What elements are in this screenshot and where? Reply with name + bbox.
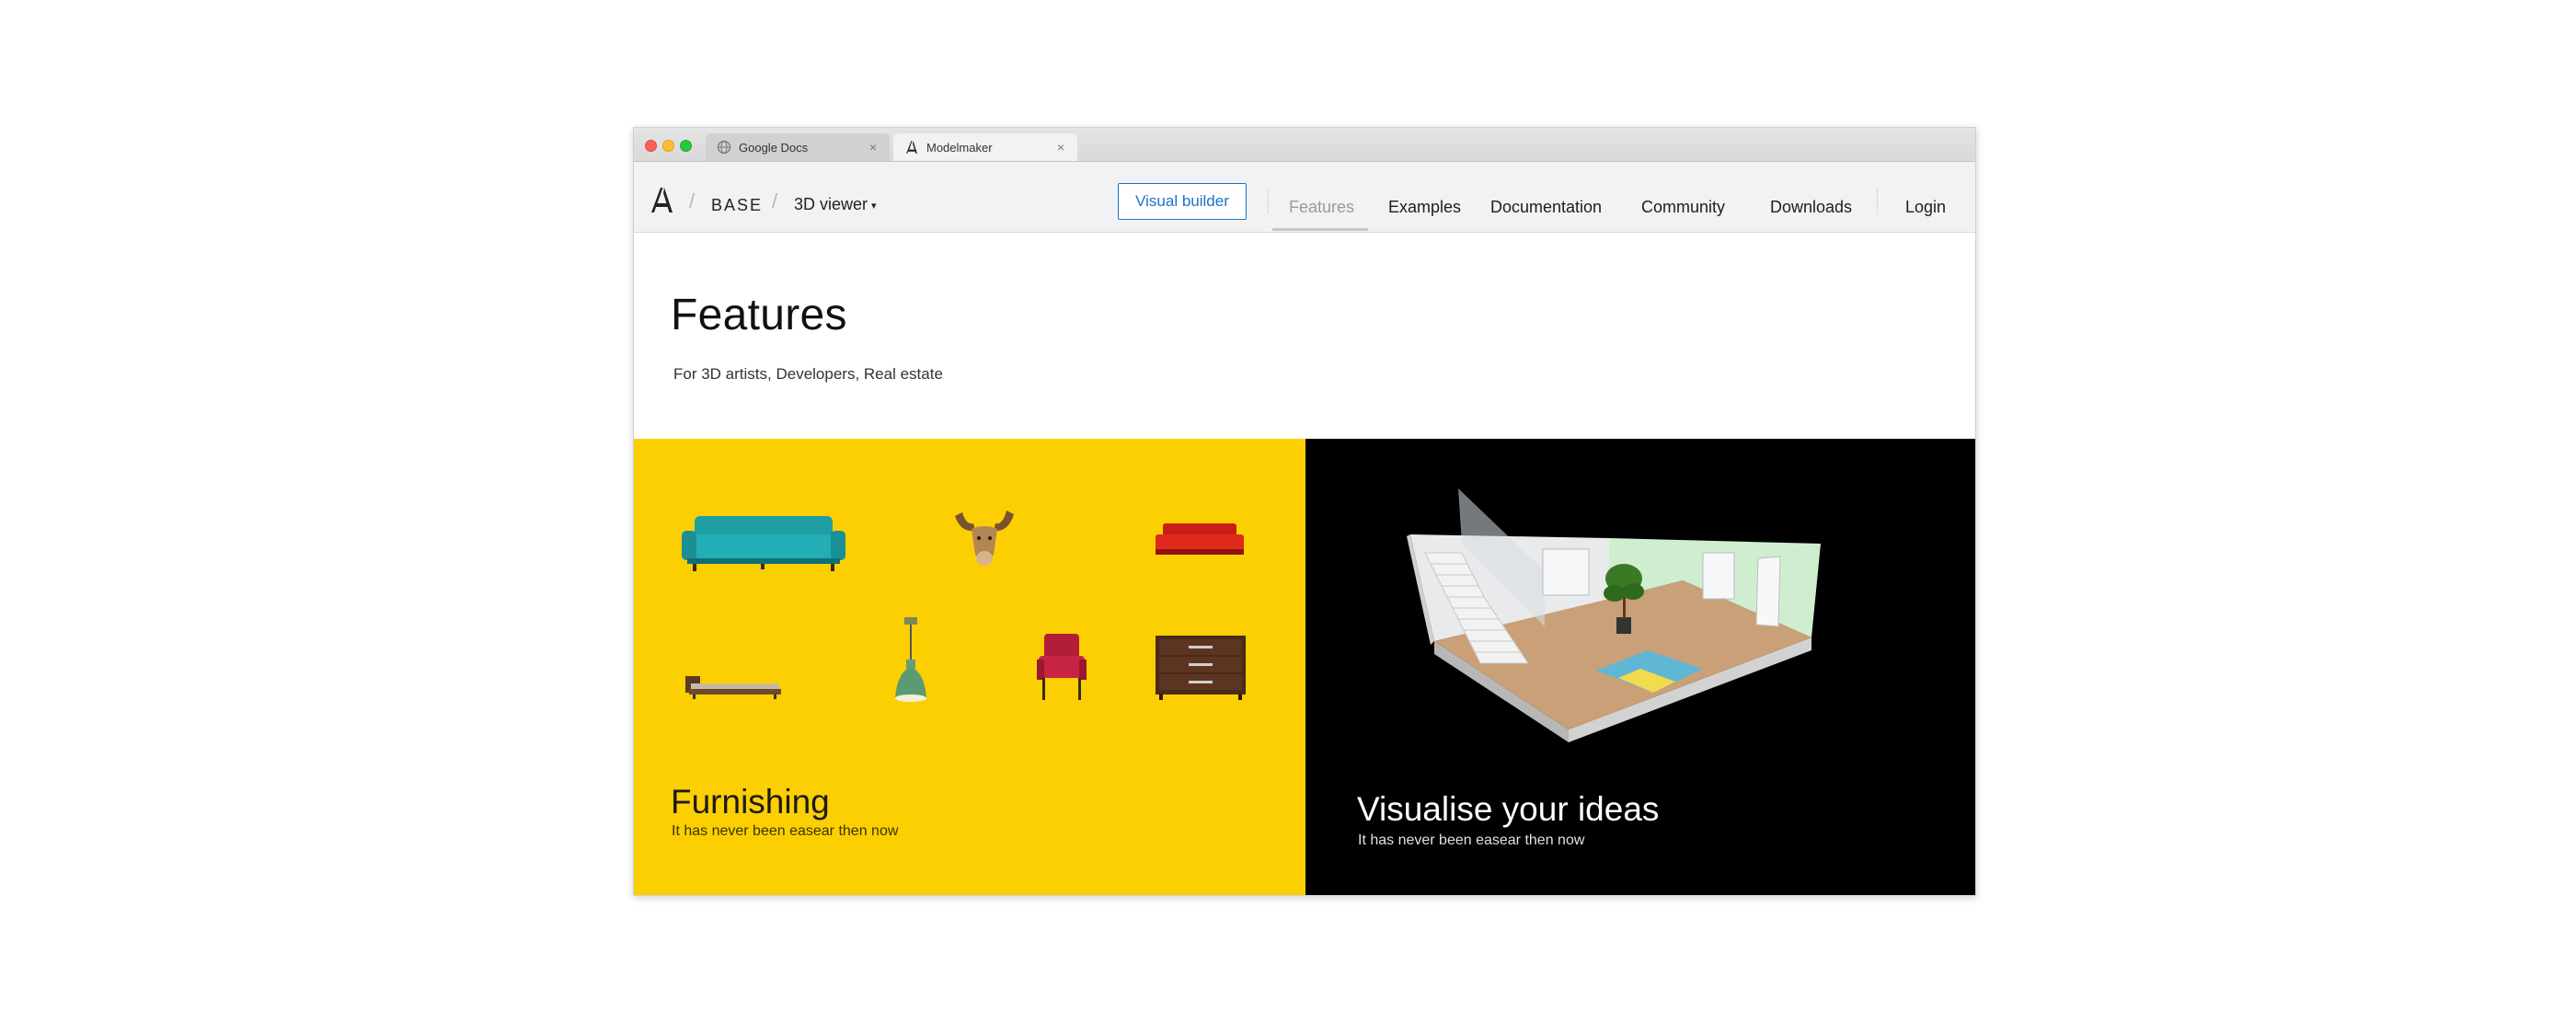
close-window-button[interactable] [645,140,657,152]
moose-head-image [955,511,1014,566]
breadcrumb-3d-viewer-label: 3D viewer [794,195,868,213]
site-header: / BASE / 3D viewer ▾ Visual builder Featu… [634,162,1975,233]
furnishing-subtitle: It has never been easear then now [672,823,899,839]
sofa-image [682,516,845,571]
visualise-panel[interactable]: Visualise your ideas It has never been e… [1305,439,1975,895]
globe-icon [717,140,731,155]
furnishing-panel[interactable]: Furnishing It has never been easear then… [634,439,1305,895]
visualise-title: Visualise your ideas [1357,790,1660,828]
browser-tab-modelmaker[interactable]: Modelmaker × [893,133,1077,161]
features-hero: Features For 3D artists, Developers, Rea… [634,233,1975,439]
nav-link-examples[interactable]: Examples [1388,198,1461,217]
daybed-image [685,676,781,699]
breadcrumb-separator: / [689,189,696,212]
room-render-image [1407,488,1821,742]
furnishing-title: Furnishing [671,783,830,821]
dresser-image [1156,636,1246,700]
tab-title: Modelmaker [926,140,993,155]
page-title: Features [671,291,847,339]
breadcrumb-3d-viewer-dropdown[interactable]: 3D viewer ▾ [794,195,877,214]
breadcrumb-separator: / [772,189,778,212]
active-tab-indicator [1272,228,1368,231]
tab-title: Google Docs [739,140,809,155]
chevron-down-icon: ▾ [871,200,877,212]
nav-link-features[interactable]: Features [1289,198,1354,217]
zoom-window-button[interactable] [680,140,692,152]
nav-link-documentation[interactable]: Documentation [1490,198,1602,217]
nav-link-downloads[interactable]: Downloads [1770,198,1852,217]
minimize-window-button[interactable] [662,140,674,152]
close-tab-icon[interactable]: × [866,140,880,155]
pendant-lamp-image [895,617,926,702]
breadcrumb-base[interactable]: BASE [711,196,763,215]
login-link[interactable]: Login [1905,198,1946,217]
browser-window: Google Docs × Modelmaker × / BASE / 3D v… [633,127,1976,896]
nav-divider [1877,189,1879,213]
visualise-subtitle: It has never been easear then now [1358,832,1585,848]
modelmaker-logo-icon[interactable] [650,186,674,213]
nav-link-community[interactable]: Community [1641,198,1725,217]
nav-divider [1268,189,1270,213]
browser-tab-google-docs[interactable]: Google Docs × [706,133,890,161]
modelmaker-logo-icon [904,140,919,155]
armchair-image [1037,634,1087,700]
browser-tab-bar: Google Docs × Modelmaker × [634,128,1975,162]
visual-builder-button[interactable]: Visual builder [1118,183,1247,220]
red-sofa-image [1156,523,1244,555]
close-tab-icon[interactable]: × [1053,140,1068,155]
page-subtitle: For 3D artists, Developers, Real estate [673,365,943,383]
